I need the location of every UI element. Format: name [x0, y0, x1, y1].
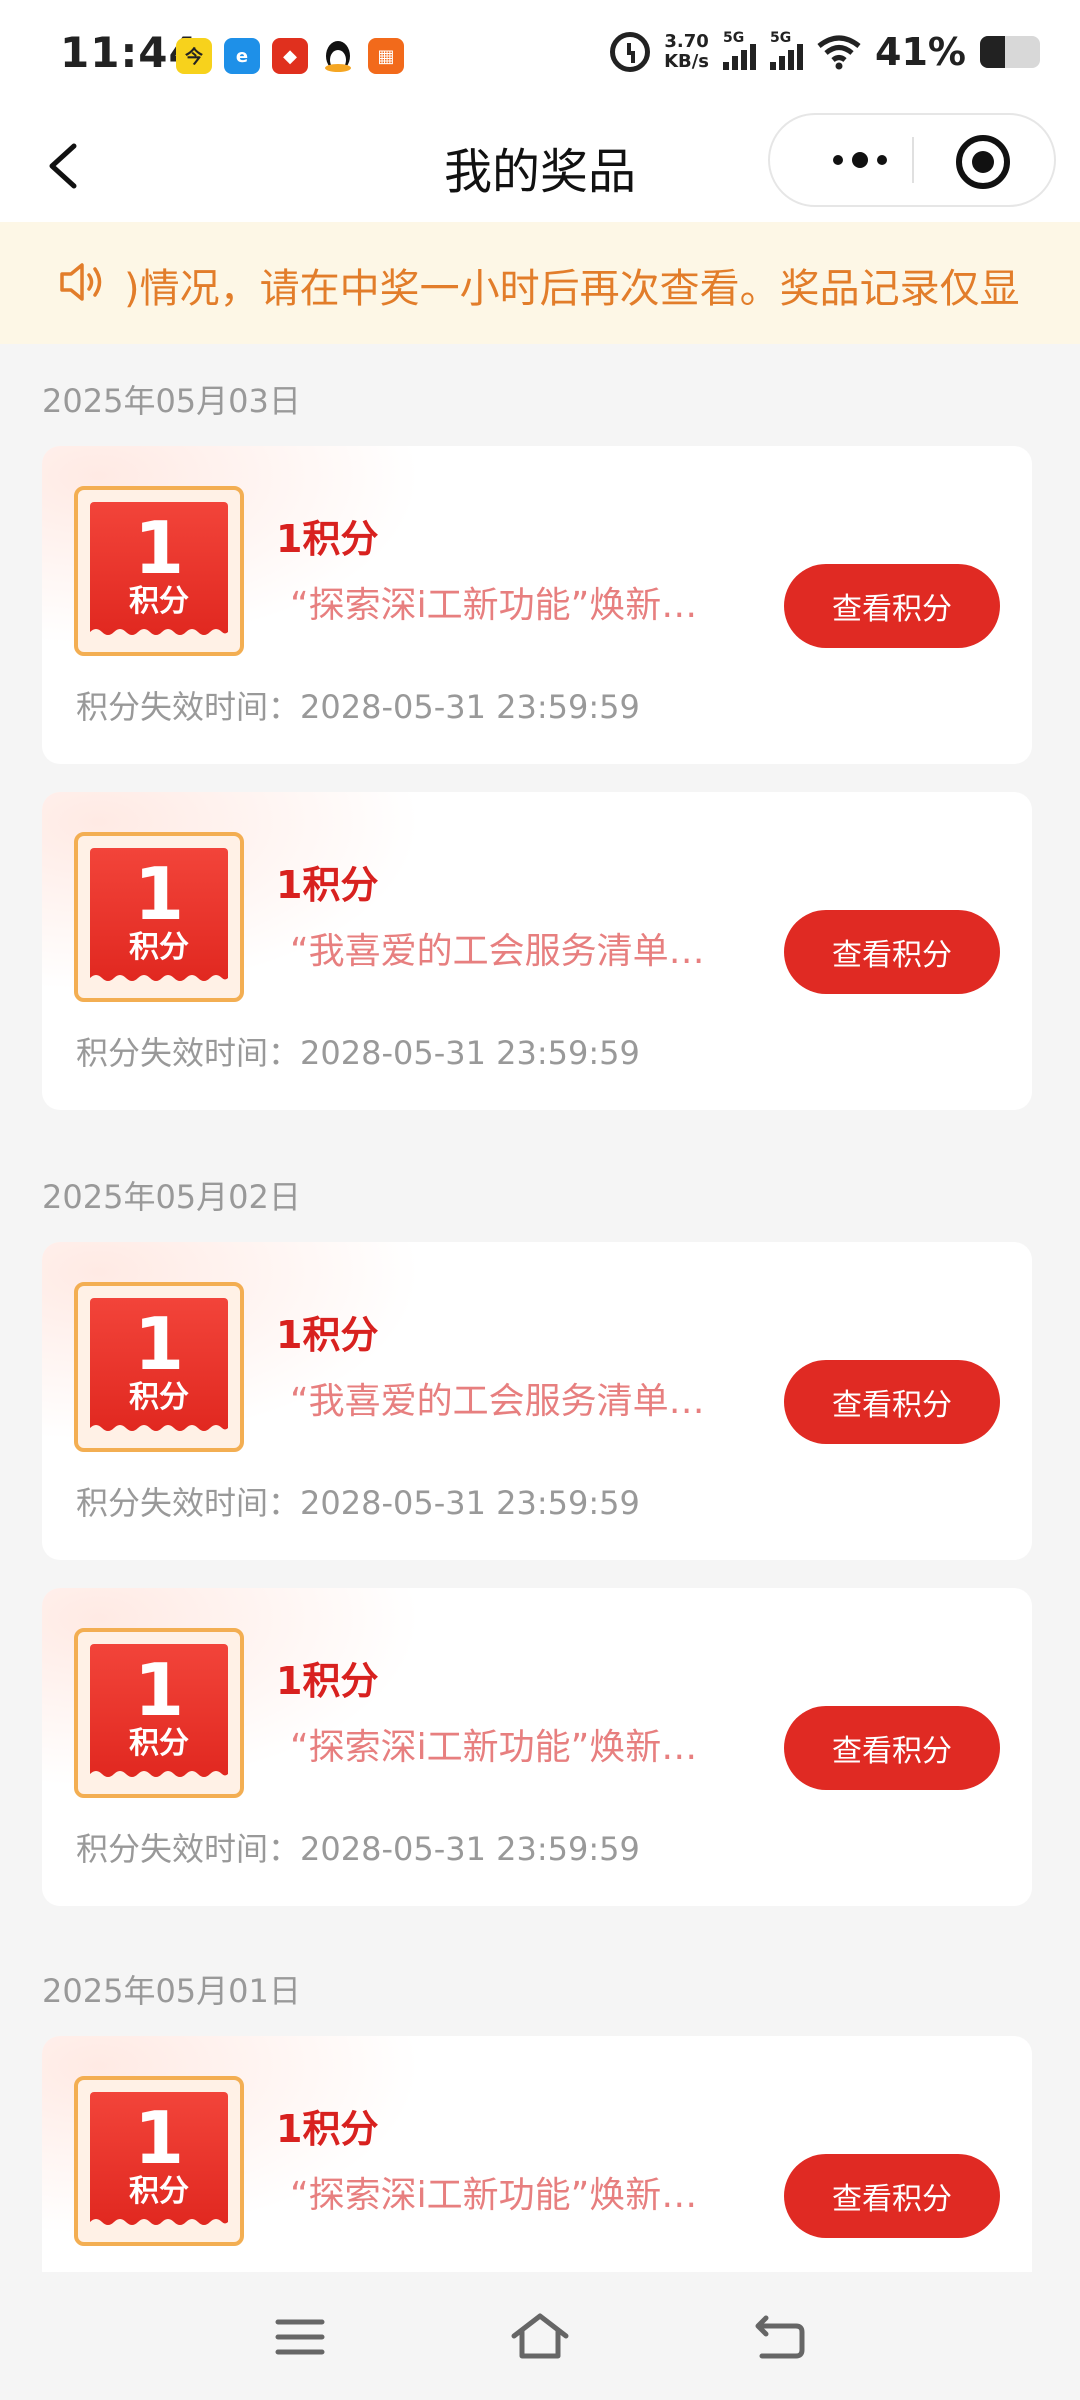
- expiry-time: 积分失效时间：2028-05-31 23:59:59: [76, 1034, 640, 1072]
- points-badge: 1 积分: [74, 1282, 244, 1452]
- battery-icon: [980, 36, 1040, 68]
- video-app-icon: ▦: [368, 38, 404, 74]
- prize-description: “探索深i工新功能”焕新…: [290, 2175, 698, 2216]
- prize-card: 1 积分 1积分 “探索深i工新功能”焕新… 查看积分: [42, 2036, 1032, 2272]
- capsule-divider: [912, 137, 914, 183]
- points-badge: 1 积分: [74, 486, 244, 656]
- badge-number: 1: [133, 1648, 185, 1732]
- date-label: 2025年05月01日: [42, 1972, 301, 2010]
- close-target-icon[interactable]: [956, 135, 1010, 189]
- prize-title: 1积分: [276, 1659, 379, 1703]
- wifi-icon: [817, 34, 861, 70]
- qq-penguin-icon: [320, 38, 356, 74]
- prize-card: 1 积分 1积分 “我喜爱的工会服务清单… 查看积分 积分失效时间：2028-0…: [42, 792, 1032, 1110]
- signal-icon-2: 5G: [770, 30, 804, 70]
- badge-unit: 积分: [129, 1726, 189, 1761]
- points-badge: 1 积分: [74, 2076, 244, 2246]
- expiry-time: 积分失效时间：2028-05-31 23:59:59: [76, 688, 640, 726]
- status-bar: 11:44 今 e ◆ ▦ 3.70 KB/s 5G 5G 41%: [0, 0, 1080, 110]
- speaker-icon: [58, 260, 106, 304]
- signal-icon: 5G: [723, 30, 757, 70]
- view-points-button[interactable]: 查看积分: [784, 2154, 1000, 2238]
- view-points-button[interactable]: 查看积分: [784, 910, 1000, 994]
- prize-description: “我喜爱的工会服务清单…: [290, 931, 705, 972]
- battery-level: [980, 36, 1005, 68]
- prize-card: 1 积分 1积分 “探索深i工新功能”焕新… 查看积分 积分失效时间：2028-…: [42, 1588, 1032, 1906]
- status-indicators: 3.70 KB/s 5G 5G 41%: [610, 30, 1040, 74]
- date-label: 2025年05月02日: [42, 1178, 301, 1216]
- prize-description: “探索深i工新功能”焕新…: [290, 585, 698, 626]
- battery-percent: 41%: [875, 30, 966, 74]
- home-icon[interactable]: [510, 2312, 569, 2362]
- badge-number: 1: [133, 2096, 185, 2180]
- view-points-button[interactable]: 查看积分: [784, 564, 1000, 648]
- points-badge: 1 积分: [74, 1628, 244, 1798]
- badge-unit: 积分: [129, 1380, 189, 1415]
- view-points-button[interactable]: 查看积分: [784, 1706, 1000, 1790]
- more-dots-icon[interactable]: [810, 115, 910, 205]
- date-label: 2025年05月03日: [42, 382, 301, 420]
- expiry-time: 积分失效时间：2028-05-31 23:59:59: [76, 1830, 640, 1868]
- notice-bar: )情况，请在中奖一小时后再次查看。奖品记录仅显: [0, 222, 1080, 344]
- menu-icon[interactable]: [272, 2312, 328, 2362]
- badge-unit: 积分: [129, 930, 189, 965]
- prize-description: “探索深i工新功能”焕新…: [290, 1727, 698, 1768]
- prize-card: 1 积分 1积分 “探索深i工新功能”焕新… 查看积分 积分失效时间：2028-…: [42, 446, 1032, 764]
- prize-title: 1积分: [276, 1313, 379, 1357]
- back-return-icon[interactable]: [752, 2312, 808, 2362]
- browser-app-icon: e: [224, 38, 260, 74]
- alarm-icon: [610, 32, 651, 72]
- prize-description: “我喜爱的工会服务清单…: [290, 1381, 705, 1422]
- badge-number: 1: [133, 1302, 185, 1386]
- expiry-time: 积分失效时间：2028-05-31 23:59:59: [76, 1484, 640, 1522]
- badge-unit: 积分: [129, 584, 189, 619]
- points-badge: 1 积分: [74, 832, 244, 1002]
- prize-title: 1积分: [276, 517, 379, 561]
- net-speed: 3.70 KB/s: [664, 31, 710, 72]
- notice-text: )情况，请在中奖一小时后再次查看。奖品记录仅显: [124, 266, 1020, 312]
- nav-bar: 我的奖品: [0, 110, 1080, 222]
- prize-card: 1 积分 1积分 “我喜爱的工会服务清单… 查看积分 积分失效时间：2028-0…: [42, 1242, 1032, 1560]
- miniprogram-capsule: [768, 113, 1056, 207]
- shop-app-icon: ◆: [272, 38, 308, 74]
- badge-number: 1: [133, 852, 185, 936]
- prize-title: 1积分: [276, 2107, 379, 2151]
- notification-icons: 今 e ◆ ▦: [176, 38, 404, 74]
- badge-number: 1: [133, 506, 185, 590]
- prize-title: 1积分: [276, 863, 379, 907]
- view-points-button[interactable]: 查看积分: [784, 1360, 1000, 1444]
- badge-unit: 积分: [129, 2174, 189, 2209]
- system-nav-bar: [0, 2272, 1080, 2400]
- news-app-icon: 今: [176, 38, 212, 74]
